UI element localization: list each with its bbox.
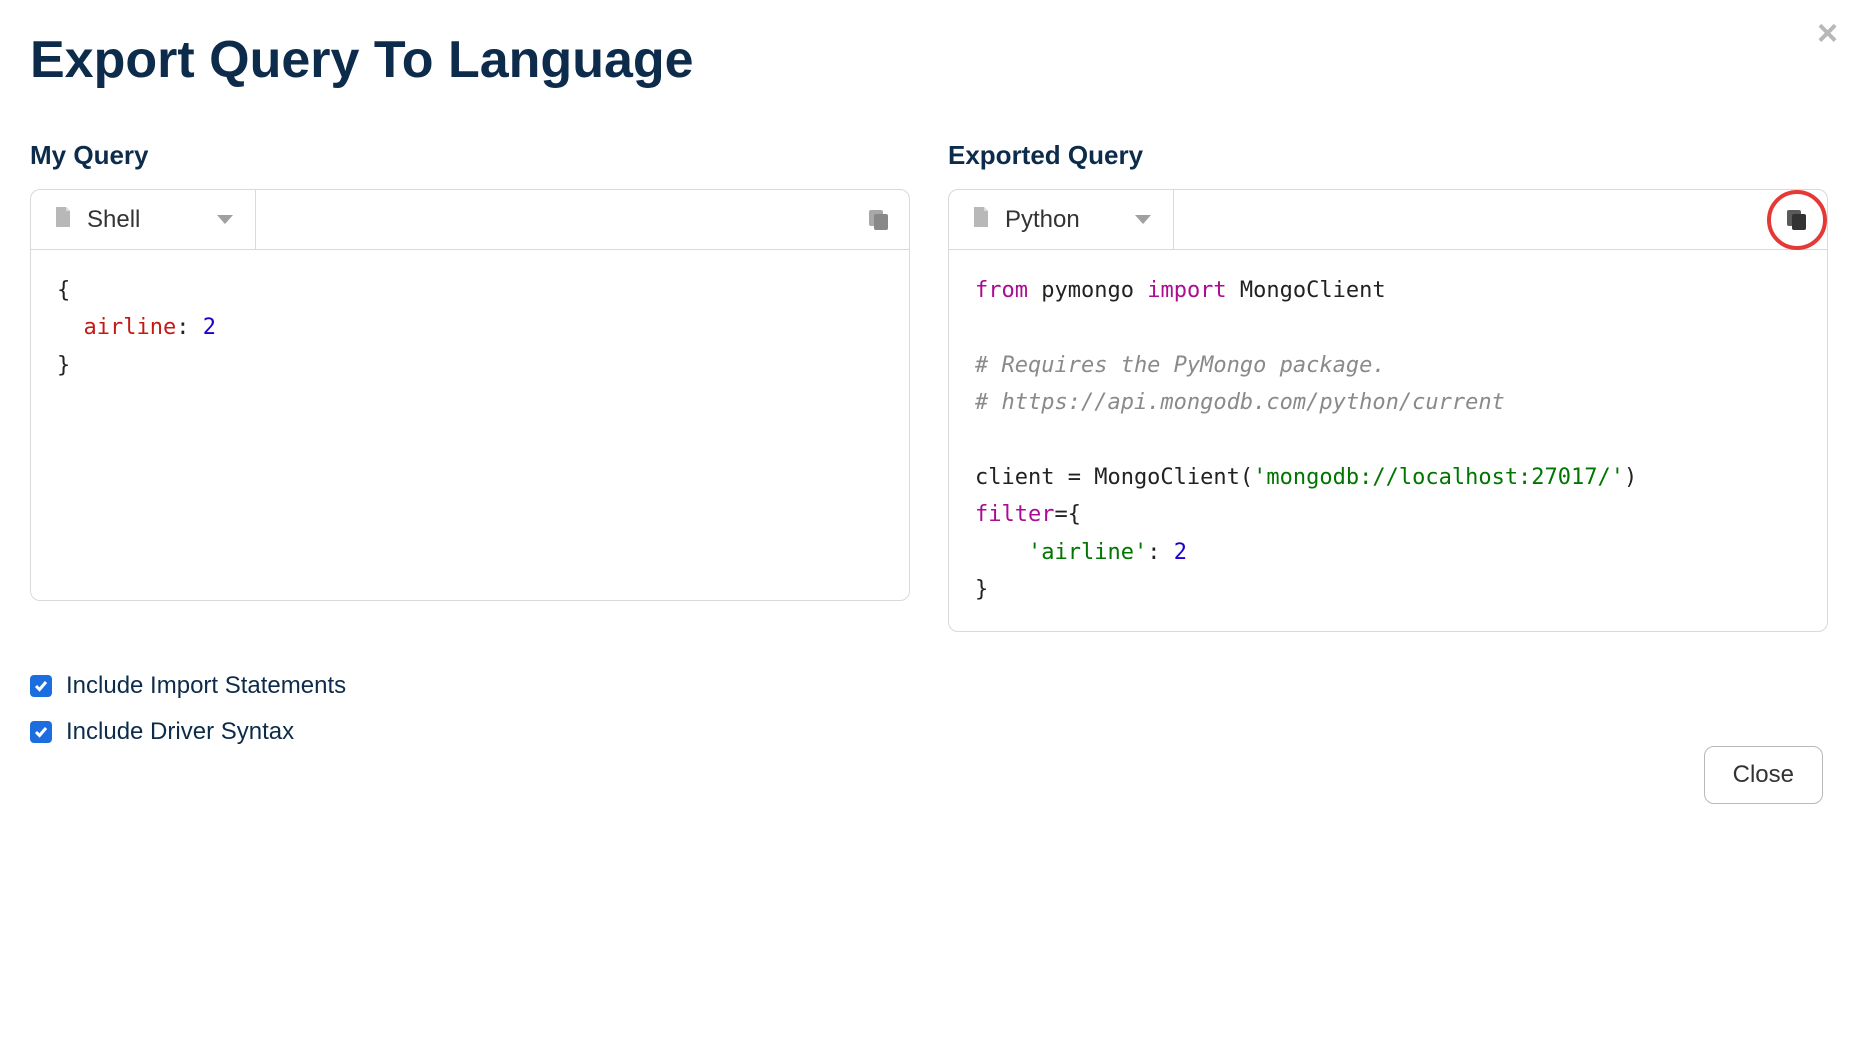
header-spacer [256, 190, 849, 249]
target-language-label: Python [1005, 206, 1121, 234]
code-colon: : [1147, 540, 1174, 565]
code-text: client = MongoClient( [975, 465, 1253, 490]
code-text: ={ [1054, 502, 1081, 527]
code-mod: pymongo [1028, 278, 1147, 303]
header-spacer [1174, 190, 1767, 249]
code-comment: # https://api.mongodb.com/python/current [975, 390, 1505, 415]
copy-icon [866, 207, 892, 233]
source-language-selector[interactable]: Shell [31, 190, 256, 249]
close-icon[interactable]: × [1817, 15, 1838, 51]
code-colon: : [176, 315, 203, 340]
my-query-panel: My Query Shell [30, 140, 910, 632]
code-value: 2 [203, 315, 216, 340]
my-query-title: My Query [30, 140, 910, 171]
copy-source-button[interactable] [849, 190, 909, 249]
source-language-label: Shell [87, 206, 203, 234]
code-indent [975, 540, 1028, 565]
chevron-down-icon [1135, 215, 1151, 224]
source-code-area[interactable]: { airline: 2 } [31, 250, 909, 600]
code-string: 'airline' [1028, 540, 1147, 565]
code-key: airline [84, 315, 177, 340]
copy-icon [1784, 207, 1810, 233]
code-name: MongoClient [1227, 278, 1386, 303]
file-icon [971, 205, 991, 234]
code-comment: # Requires the PyMongo package. [975, 353, 1386, 378]
code-brace-close: } [975, 577, 988, 602]
dialog-title: Export Query To Language [30, 30, 1828, 90]
close-button[interactable]: Close [1704, 746, 1823, 804]
code-kw-import: import [1147, 278, 1226, 303]
code-string: 'mongodb://localhost:27017/' [1253, 465, 1624, 490]
code-brace-open: { [57, 278, 70, 303]
chevron-down-icon [217, 215, 233, 224]
include-imports-row: Include Import Statements [30, 672, 1828, 700]
panels-container: My Query Shell [30, 140, 1828, 632]
copy-exported-button[interactable] [1767, 190, 1827, 249]
include-driver-label[interactable]: Include Driver Syntax [66, 718, 294, 746]
include-imports-label[interactable]: Include Import Statements [66, 672, 346, 700]
exported-query-panel: Exported Query Python [948, 140, 1828, 632]
code-builtin: filter [975, 502, 1054, 527]
code-text: ) [1624, 465, 1637, 490]
code-kw-from: from [975, 278, 1028, 303]
my-query-box: Shell { airline: 2 } [30, 189, 910, 601]
include-imports-checkbox[interactable] [30, 675, 52, 697]
exported-code-area[interactable]: from pymongo import MongoClient # Requir… [949, 250, 1827, 631]
include-driver-row: Include Driver Syntax [30, 718, 1828, 746]
export-options: Include Import Statements Include Driver… [30, 672, 1828, 746]
include-driver-checkbox[interactable] [30, 721, 52, 743]
file-icon [53, 205, 73, 234]
exported-query-box: Python from pymongo import MongoClient #… [948, 189, 1828, 632]
code-number: 2 [1174, 540, 1187, 565]
my-query-header: Shell [31, 190, 909, 250]
exported-query-title: Exported Query [948, 140, 1828, 171]
target-language-selector[interactable]: Python [949, 190, 1174, 249]
exported-query-header: Python [949, 190, 1827, 250]
code-brace-close: } [57, 353, 70, 378]
